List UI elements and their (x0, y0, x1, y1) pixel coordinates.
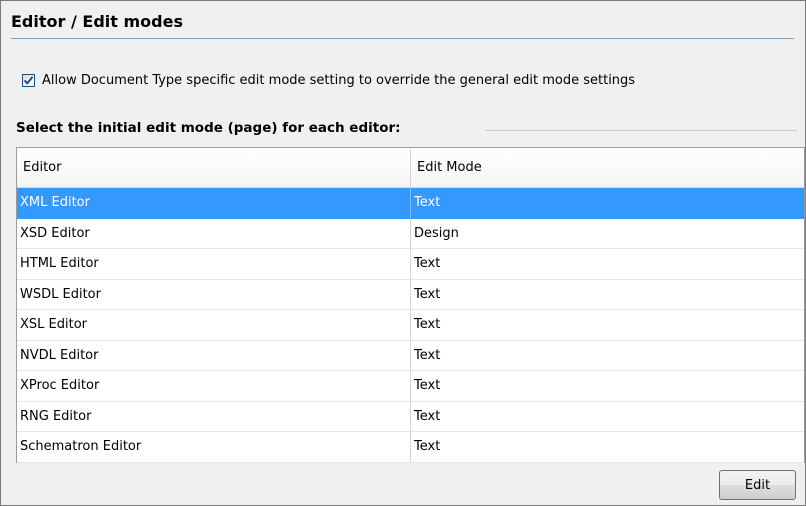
edit-mode-cell[interactable]: Text (411, 402, 804, 432)
column-header-edit-mode[interactable]: Edit Mode (411, 148, 804, 187)
editor-cell[interactable]: XProc Editor (17, 371, 411, 402)
title-divider (11, 38, 794, 39)
edit-mode-cell[interactable]: Text (411, 249, 804, 280)
table-header: Editor Edit Mode (17, 148, 804, 188)
edit-mode-cell[interactable]: Text (411, 432, 804, 463)
edit-mode-cell[interactable]: Text (411, 188, 804, 219)
column-header-editor[interactable]: Editor (17, 148, 411, 187)
editor-cell[interactable]: HTML Editor (17, 249, 411, 280)
checkmark-icon (23, 75, 34, 85)
editor-cell[interactable]: RNG Editor (17, 401, 411, 432)
table-row[interactable]: RNG Editor Text (17, 401, 804, 432)
section-title: Select the initial edit mode (page) for … (16, 120, 401, 136)
section-divider (485, 130, 797, 131)
editor-cell[interactable]: XSL Editor (17, 310, 411, 341)
editor-cell[interactable]: WSDL Editor (17, 279, 411, 310)
edit-mode-cell[interactable]: Text (411, 280, 804, 310)
override-checkbox-row[interactable]: Allow Document Type specific edit mode s… (22, 71, 635, 89)
page-title: Editor / Edit modes (11, 12, 183, 31)
editor-cell[interactable]: XSD Editor (17, 218, 411, 249)
table-row[interactable]: NVDL Editor Text (17, 340, 804, 371)
editor-cell[interactable]: XML Editor (17, 188, 411, 219)
edit-mode-cell[interactable]: Text (411, 371, 804, 402)
preferences-panel: Editor / Edit modes Allow Document Type … (0, 0, 806, 506)
editor-cell[interactable]: Schematron Editor (17, 432, 411, 463)
table-row[interactable]: Schematron Editor Text (17, 432, 804, 463)
table-body: XML Editor Text XSD Editor Design HTML E… (17, 188, 804, 463)
table-row[interactable]: XProc Editor Text (17, 371, 804, 402)
table-row[interactable]: XSD Editor Design (17, 218, 804, 249)
edit-button[interactable]: Edit (719, 470, 796, 500)
table-row[interactable]: HTML Editor Text (17, 249, 804, 280)
override-checkbox[interactable] (22, 73, 35, 87)
table-row[interactable]: WSDL Editor Text (17, 279, 804, 310)
edit-mode-cell[interactable]: Design (411, 219, 804, 249)
editors-table: Editor Edit Mode XML Editor Text XSD Edi… (16, 147, 805, 463)
table-row[interactable]: XML Editor Text (17, 188, 804, 219)
edit-mode-cell[interactable]: Text (411, 310, 804, 341)
editor-cell[interactable]: NVDL Editor (17, 340, 411, 371)
override-checkbox-label[interactable]: Allow Document Type specific edit mode s… (42, 73, 635, 88)
table-row[interactable]: XSL Editor Text (17, 310, 804, 341)
edit-mode-cell[interactable]: Text (411, 341, 804, 371)
